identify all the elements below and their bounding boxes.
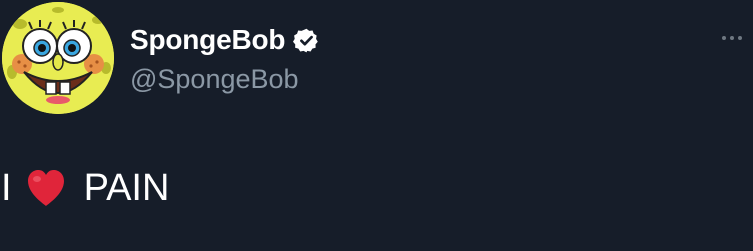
tweet-text-after: PAIN	[83, 167, 170, 209]
avatar[interactable]	[2, 2, 114, 114]
author-handle[interactable]: @SpongeBob	[130, 62, 299, 96]
author-name-row: SpongeBob	[130, 22, 320, 58]
tweet-card: SpongeBob @SpongeBob I PAIN	[0, 0, 753, 251]
more-horizontal-icon[interactable]	[714, 28, 750, 48]
more-dot	[730, 36, 734, 40]
more-dot	[722, 36, 726, 40]
tweet-text: I PAIN	[1, 163, 169, 213]
heart-emoji-icon	[24, 166, 68, 210]
spongebob-avatar-icon	[2, 2, 114, 114]
verified-badge-icon	[293, 27, 320, 54]
tweet-text-before: I	[1, 167, 12, 209]
display-name[interactable]: SpongeBob	[130, 22, 285, 58]
more-dot	[738, 36, 742, 40]
